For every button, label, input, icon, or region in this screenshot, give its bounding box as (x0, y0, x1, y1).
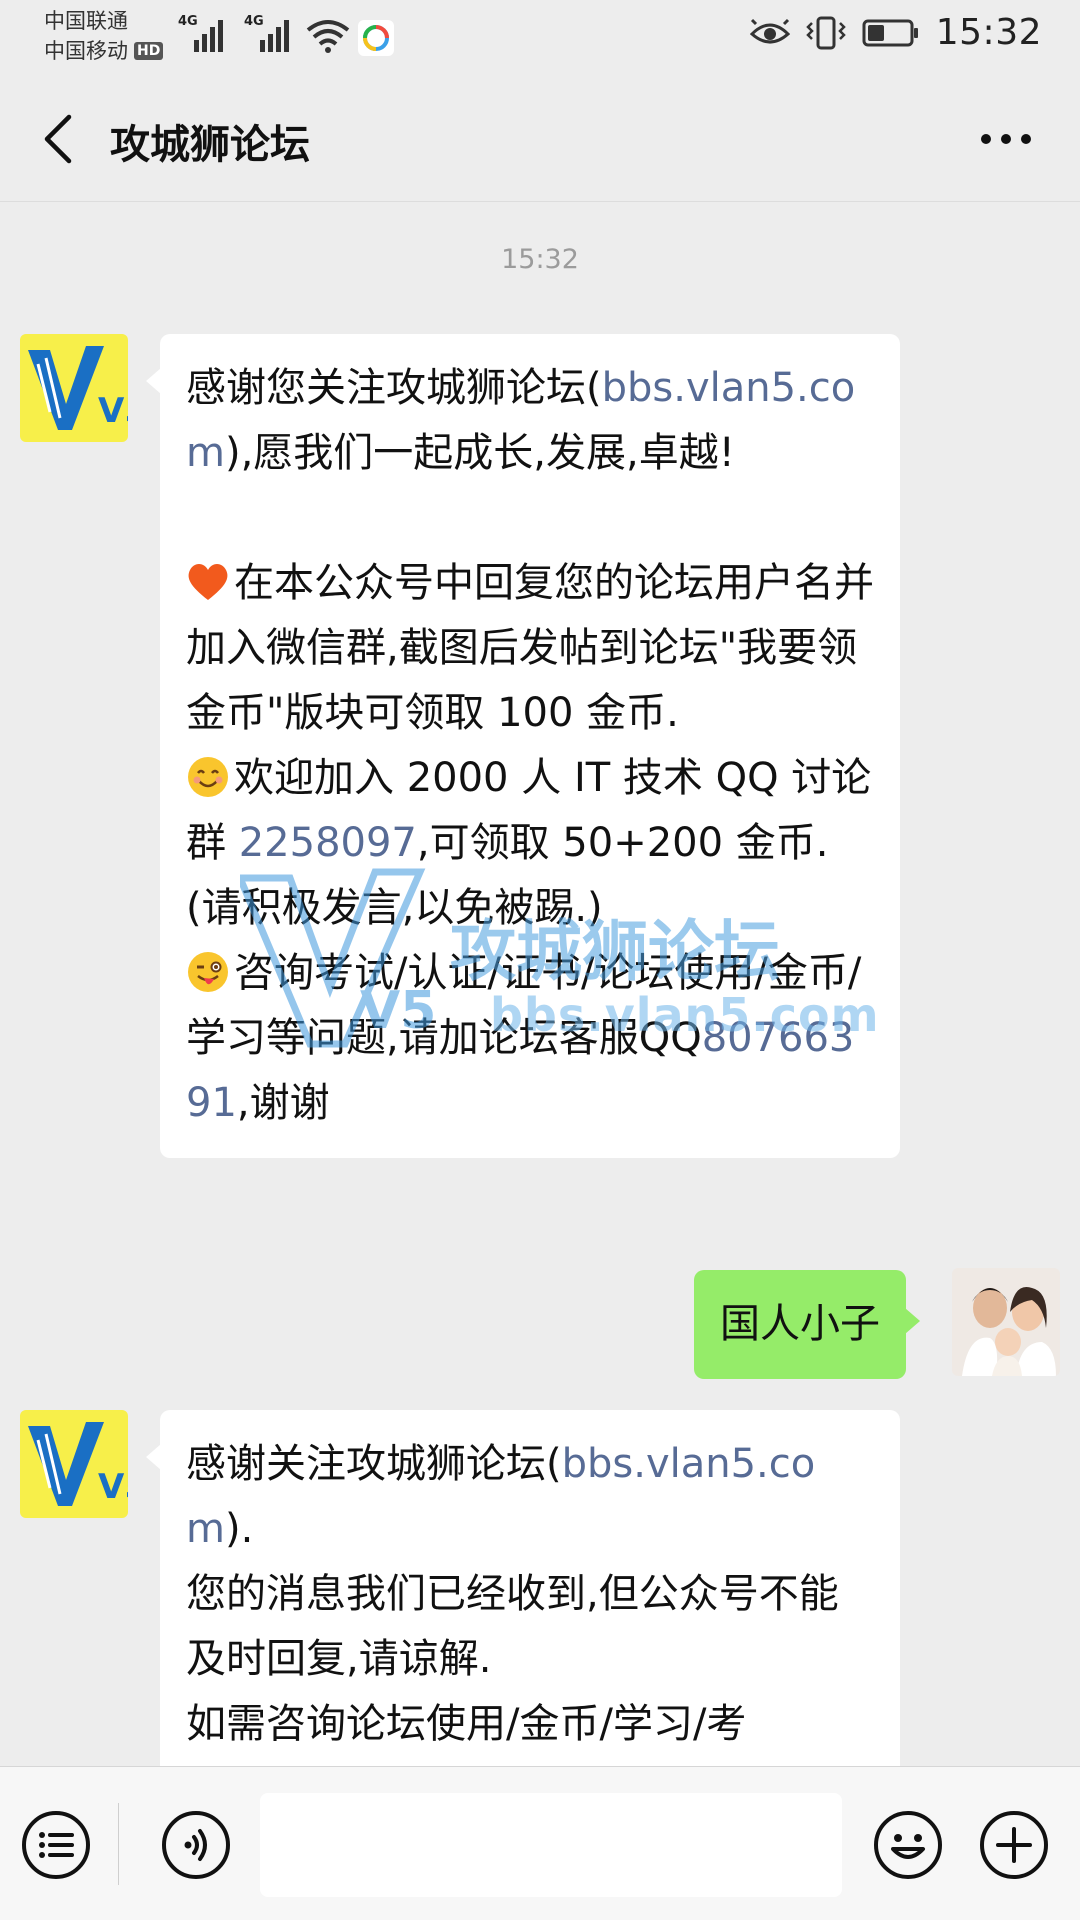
message-paragraph: 感谢您关注攻城狮论坛(bbs.vlan5.com),愿我们一起成长,发展,卓越! (186, 365, 856, 476)
menu-list-icon (22, 1811, 90, 1879)
carrier-2: 中国移动 (44, 39, 128, 63)
menu-toggle-button[interactable] (18, 1807, 94, 1883)
message-input[interactable] (260, 1793, 842, 1897)
message-text: 国人小子 (720, 1301, 880, 1347)
status-time: 15:32 (935, 12, 1042, 53)
app-notification-icon (358, 20, 394, 56)
message-paragraph: 欢迎加入 2000 人 IT 技术 QQ 讨论群 2258097,可领取 50+… (186, 755, 872, 931)
hd-badge: HD (134, 42, 164, 60)
eye-comfort-icon (749, 18, 790, 43)
add-button[interactable] (976, 1807, 1052, 1883)
more-dots-icon (981, 134, 1031, 144)
title-bar: 攻城狮论坛 (0, 76, 1080, 202)
back-button[interactable] (28, 106, 88, 172)
input-bar (0, 1766, 1080, 1920)
input-divider (118, 1803, 119, 1885)
carrier-info: 中国联通 中国移动 HD (44, 6, 164, 66)
wink-tongue-emoji-icon (188, 952, 228, 992)
avatar-logo-text: V5 (98, 1467, 128, 1507)
battery-icon (862, 19, 918, 46)
chat-timestamp: 15:32 (501, 244, 579, 275)
chevron-left-icon (44, 114, 72, 164)
heart-emoji-icon (188, 564, 228, 600)
status-bar: 中国联通 中国移动 HD 4G 4G 15:32 (0, 0, 1080, 76)
my-avatar[interactable] (952, 1268, 1060, 1376)
message-link[interactable]: 2258097 (239, 820, 417, 866)
official-account-avatar[interactable]: V5 (20, 334, 128, 442)
message-paragraph: 如需咨询论坛使用/金币/学习/考 (186, 1701, 747, 1747)
page-title: 攻城狮论坛 (110, 122, 310, 168)
carrier-1: 中国联通 (44, 9, 128, 33)
vibrate-icon (805, 16, 846, 49)
smile-emoji-icon (188, 757, 228, 797)
message-paragraph: 感谢关注攻城狮论坛(bbs.vlan5.com). (186, 1441, 816, 1552)
more-button[interactable] (958, 106, 1054, 172)
voice-icon (162, 1811, 230, 1879)
message-paragraph: 您的消息我们已经收到,但公众号不能及时回复,请谅解. (186, 1571, 839, 1682)
wifi-icon (306, 20, 350, 53)
official-account-avatar[interactable]: V5 (20, 1410, 128, 1518)
status-right: 15:32 (749, 12, 1042, 53)
emoji-face-icon (874, 1811, 942, 1879)
message-paragraph: 咨询考试/认证/证书/论坛使用/金币/学习等问题,请加论坛客服QQ8076639… (186, 950, 862, 1126)
avatar-logo-text: V5 (98, 391, 128, 431)
message-bubble-incoming[interactable]: 感谢关注攻城狮论坛(bbs.vlan5.com). 您的消息我们已经收到,但公众… (146, 1410, 900, 1810)
plus-circle-icon (980, 1811, 1048, 1879)
voice-button[interactable] (158, 1807, 234, 1883)
emoji-button[interactable] (870, 1807, 946, 1883)
message-paragraph: 在本公众号中回复您的论坛用户名并加入微信群,截图后发帖到论坛"我要领金币"版块可… (186, 560, 874, 736)
message-bubble-incoming[interactable]: 感谢您关注攻城狮论坛(bbs.vlan5.com),愿我们一起成长,发展,卓越!… (146, 334, 900, 1158)
message-bubble-outgoing[interactable]: 国人小子 (694, 1270, 920, 1379)
